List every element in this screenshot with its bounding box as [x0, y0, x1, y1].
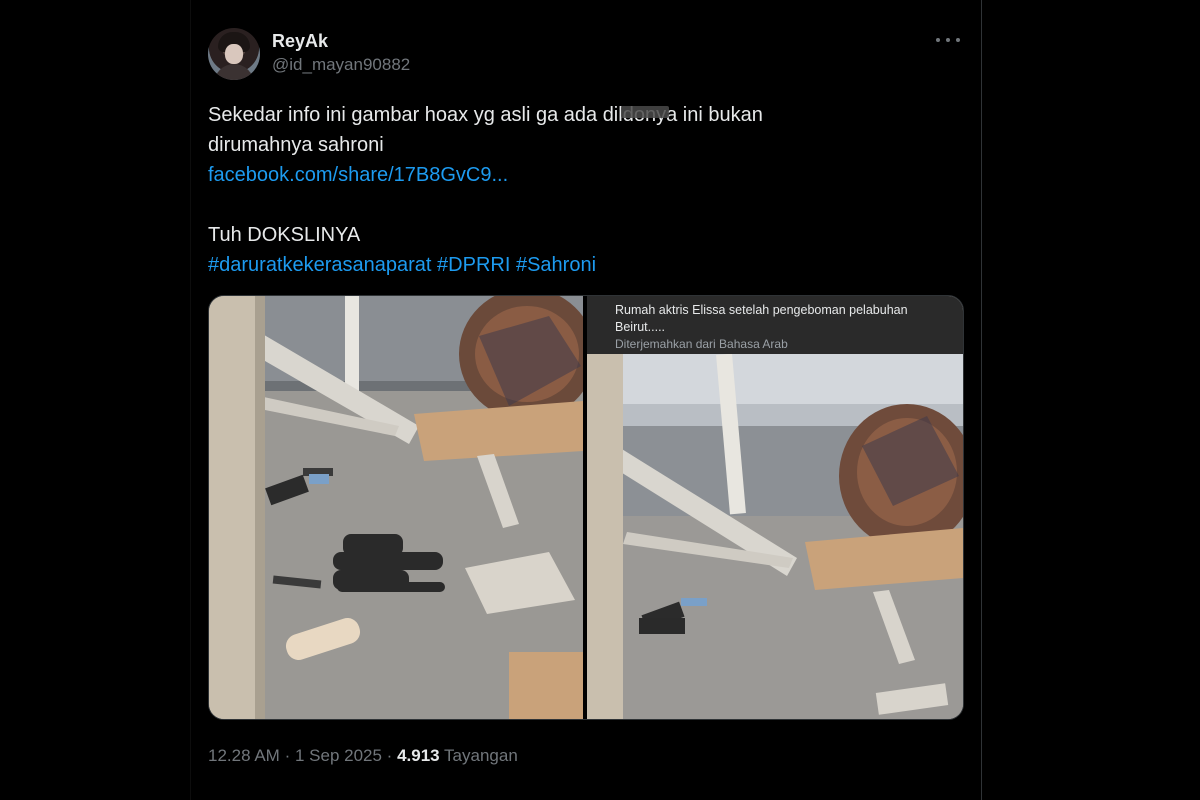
tweet: ReyAk @id_mayan90882 Sekedar info ini ga…	[208, 26, 964, 766]
redacted-word: dildonya	[603, 100, 678, 130]
photo-right[interactable]: Rumah aktris Elissa setelah pengeboman p…	[587, 296, 963, 719]
photo-left-illustration	[209, 296, 583, 719]
hashtag-sahroni[interactable]: #Sahroni	[516, 254, 596, 276]
media-translation-note: Diterjemahkan dari Bahasa Arab	[615, 337, 788, 351]
tweet-text-line-4: Tuh DOKSLINYA	[208, 224, 361, 246]
footer-separator: ·	[284, 746, 291, 765]
avatar[interactable]	[208, 28, 260, 80]
right-divider	[981, 0, 982, 800]
photo-left[interactable]	[209, 296, 583, 719]
tweet-text-line-1: Sekedar info ini gambar hoax yg asli ga …	[208, 100, 908, 130]
tweet-time[interactable]: 12.28 AM	[208, 746, 280, 765]
tweet-text-part-b: ini bukan	[677, 104, 763, 126]
hashtag-daruratkekerasanaparat[interactable]: #daruratkekerasanaparat	[208, 254, 431, 276]
display-name[interactable]: ReyAk	[272, 30, 410, 52]
tweet-text: Sekedar info ini gambar hoax yg asli ga …	[208, 100, 908, 280]
hashtags: #daruratkekerasanaparat #DPRRI #Sahroni	[208, 250, 908, 280]
photo-right-illustration	[587, 296, 963, 719]
footer-separator-2: ·	[386, 746, 393, 765]
tweet-text-line-2: dirumahnya sahroni	[208, 134, 384, 156]
tweet-media[interactable]: Rumah aktris Elissa setelah pengeboman p…	[208, 295, 964, 720]
tweet-footer: 12.28 AM · 1 Sep 2025 · 4.913 Tayangan	[208, 746, 964, 766]
tweet-header: ReyAk @id_mayan90882	[208, 26, 964, 84]
tweet-date[interactable]: 1 Sep 2025	[295, 746, 382, 765]
author-names: ReyAk @id_mayan90882	[272, 30, 410, 76]
facebook-link[interactable]: facebook.com/share/17B8GvC9...	[208, 164, 508, 186]
tweet-text-part-a: Sekedar info ini gambar hoax yg asli ga …	[208, 104, 603, 126]
user-handle[interactable]: @id_mayan90882	[272, 54, 410, 76]
views-label: Tayangan	[444, 746, 518, 765]
hashtag-dprri[interactable]: #DPRRI	[437, 254, 510, 276]
redaction-mark	[620, 106, 669, 118]
left-divider	[190, 0, 191, 800]
media-caption: Rumah aktris Elissa setelah pengeboman p…	[615, 303, 908, 334]
more-horizontal-icon[interactable]	[936, 32, 960, 48]
views-count[interactable]: 4.913	[397, 746, 440, 765]
screenshot-stage: ReyAk @id_mayan90882 Sekedar info ini ga…	[0, 0, 1200, 800]
